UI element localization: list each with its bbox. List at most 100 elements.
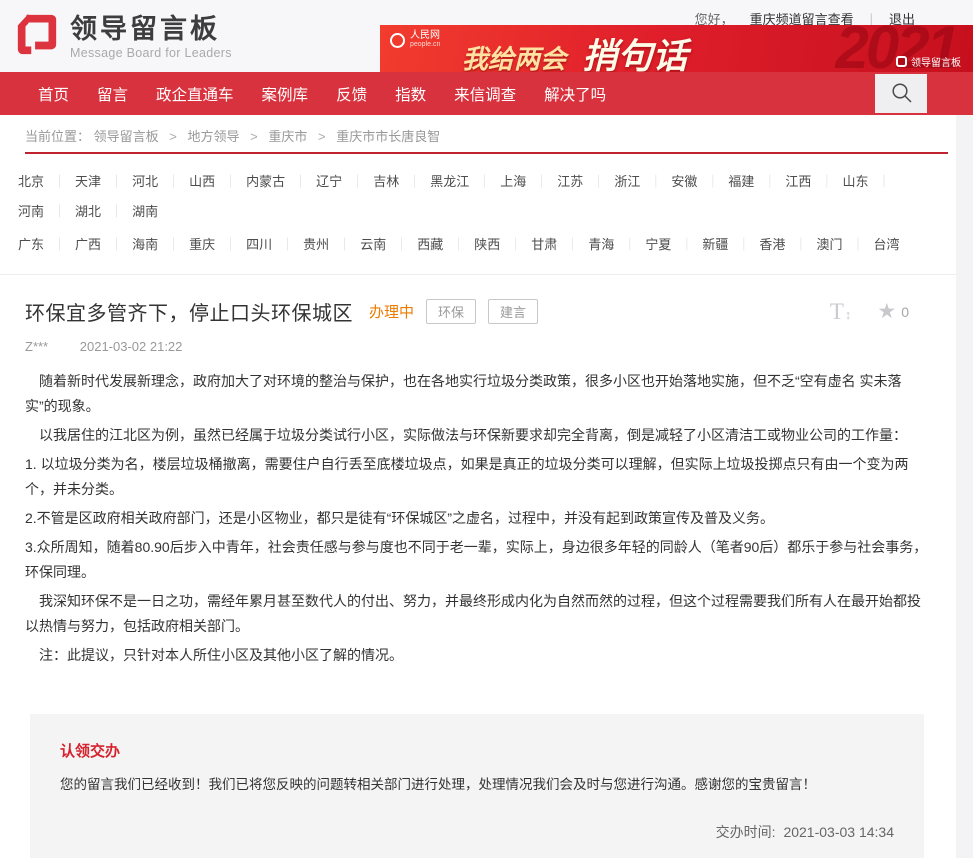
- region-item[interactable]: 西藏: [417, 237, 474, 252]
- tag-environment[interactable]: 环保: [426, 299, 476, 324]
- nav-item-messages[interactable]: 留言: [97, 83, 128, 105]
- region-group-2: 广东广西海南重庆四川贵州云南西藏陕西甘肃青海宁夏新疆香港澳门台湾: [18, 230, 938, 260]
- reply-time-value: 2021-03-03 14:34: [783, 824, 894, 840]
- region-item[interactable]: 山西: [189, 174, 246, 189]
- breadcrumb-separator: >: [169, 129, 177, 144]
- site-logo[interactable]: 领导留言板 Message Board for Leaders: [14, 11, 232, 62]
- region-item[interactable]: 内蒙古: [246, 174, 316, 189]
- region-item[interactable]: 湖北: [75, 204, 132, 219]
- post-author: Z***: [25, 339, 48, 354]
- reply-time: 交办时间: 2021-03-03 14:34: [60, 822, 894, 842]
- region-item[interactable]: 甘肃: [531, 237, 588, 252]
- region-item[interactable]: 海南: [132, 237, 189, 252]
- post-paragraph: 注：此提议，只针对本人所住小区及其他小区了解的情况。: [25, 643, 931, 668]
- region-item[interactable]: 云南: [360, 237, 417, 252]
- banner-brand: 领导留言板: [896, 54, 961, 69]
- post-paragraph: 3.众所周知，随着80.90后步入中青年，社会责任感与参与度也不同于老一辈，实际…: [25, 535, 931, 585]
- nav-item-index[interactable]: 指数: [395, 83, 426, 105]
- message-article: 环保宜多管齐下，停止口头环保城区 办理中 环保 建言 T ↕ ★ 0 Z*** …: [0, 297, 956, 668]
- region-item[interactable]: 香港: [759, 237, 816, 252]
- official-reply-box: 认领交办 您的留言我们已经收到！我们已将您反映的问题转相关部门进行处理，处理情况…: [30, 714, 924, 858]
- breadcrumb-separator: >: [318, 129, 326, 144]
- post-meta: Z*** 2021-03-02 21:22: [25, 339, 931, 354]
- region-item[interactable]: 江西: [785, 174, 842, 189]
- region-item[interactable]: 福建: [728, 174, 785, 189]
- search-button[interactable]: [875, 74, 927, 113]
- banner-slogan-right: 捎句话: [582, 37, 687, 72]
- breadcrumb-item-mayor[interactable]: 重庆市市长唐良智: [336, 129, 440, 144]
- region-selector: 北京天津河北山西内蒙古辽宁吉林黑龙江上海江苏浙江安徽福建江西山东河南湖北湖南 广…: [0, 154, 956, 275]
- account-divider: |: [870, 11, 873, 26]
- message-bubble-logo-icon: [14, 11, 60, 62]
- breadcrumb-item-local-leaders[interactable]: 地方领导: [188, 129, 240, 144]
- region-item[interactable]: 新疆: [702, 237, 759, 252]
- nav-item-feedback[interactable]: 反馈: [336, 83, 367, 105]
- region-item[interactable]: 澳门: [816, 237, 873, 252]
- post-paragraph: 我深知环保不是一日之功，需经年累月甚至数代人的付出、努力，并最终形成内化为自然而…: [25, 589, 931, 639]
- region-item[interactable]: 四川: [246, 237, 303, 252]
- breadcrumb-item-board[interactable]: 领导留言板: [94, 129, 159, 144]
- title-actions: T ↕ ★ 0: [830, 299, 909, 325]
- text-size-icon[interactable]: T ↕: [830, 299, 852, 325]
- region-item[interactable]: 天津: [75, 174, 132, 189]
- banner-slogan: 我给两会 捎句话: [462, 28, 687, 72]
- logo-title: 领导留言板: [70, 14, 232, 44]
- region-item[interactable]: 河南: [18, 204, 75, 219]
- region-group-1: 北京天津河北山西内蒙古辽宁吉林黑龙江上海江苏浙江安徽福建江西山东河南湖北湖南: [18, 167, 938, 227]
- region-item[interactable]: 陕西: [474, 237, 531, 252]
- region-item[interactable]: 安徽: [671, 174, 728, 189]
- logo-subtitle: Message Board for Leaders: [70, 46, 232, 60]
- region-item[interactable]: 辽宁: [316, 174, 373, 189]
- region-item[interactable]: 重庆: [189, 237, 246, 252]
- reply-time-label: 交办时间:: [716, 824, 776, 840]
- title-row: 环保宜多管齐下，停止口头环保城区 办理中 环保 建言 T ↕ ★ 0: [25, 297, 931, 326]
- page-title: 环保宜多管齐下，停止口头环保城区: [25, 297, 353, 326]
- region-item[interactable]: 北京: [18, 174, 75, 189]
- banner-slogan-left: 我给两会: [462, 44, 566, 72]
- region-item[interactable]: 浙江: [614, 174, 671, 189]
- region-item[interactable]: 江苏: [557, 174, 614, 189]
- region-item[interactable]: 宁夏: [645, 237, 702, 252]
- main-nav: 首页 留言 政企直通车 案例库 反馈 指数 来信调查 解决了吗: [0, 72, 973, 115]
- reply-title: 认领交办: [60, 740, 894, 761]
- post-paragraph: 2.不管是区政府相关政府部门，还是小区物业，都只是徒有“环保城区”之虚名，过程中…: [25, 506, 931, 531]
- search-icon: [890, 81, 913, 107]
- campaign-banner[interactable]: 2021 人民网 people.cn 我给两会 捎句话 领导留言板: [380, 25, 973, 72]
- people-cn-icon: [390, 33, 405, 48]
- tag-suggestion[interactable]: 建言: [488, 299, 538, 324]
- region-item[interactable]: 台湾: [873, 237, 899, 252]
- nav-item-resolved[interactable]: 解决了吗: [544, 83, 606, 105]
- region-item[interactable]: 贵州: [303, 237, 360, 252]
- nav-item-letter-survey[interactable]: 来信调查: [454, 83, 516, 105]
- region-item[interactable]: 广东: [18, 237, 75, 252]
- content-column: 当前位置： 领导留言板 > 地方领导 > 重庆市 > 重庆市市长唐良智 北京天津…: [0, 115, 956, 858]
- banner-source: 人民网: [410, 31, 440, 41]
- breadcrumb-item-chongqing[interactable]: 重庆市: [268, 129, 307, 144]
- people-cn-logo: 人民网 people.cn: [390, 31, 440, 49]
- banner-source-sub: people.cn: [410, 41, 440, 49]
- status-badge: 办理中: [369, 301, 414, 322]
- nav-item-case-library[interactable]: 案例库: [262, 83, 309, 105]
- region-item[interactable]: 青海: [588, 237, 645, 252]
- region-item[interactable]: 黑龙江: [430, 174, 500, 189]
- top-header: 领导留言板 Message Board for Leaders 您好， 重庆频道…: [0, 0, 973, 72]
- region-item[interactable]: 广西: [75, 237, 132, 252]
- reply-text: 您的留言我们已经收到！我们已将您反映的问题转相关部门进行处理，处理情况我们会及时…: [60, 774, 894, 796]
- region-item[interactable]: 山东: [842, 174, 899, 189]
- favorite-count: 0: [901, 304, 909, 320]
- post-date: 2021-03-02 21:22: [80, 339, 183, 354]
- nav-item-home[interactable]: 首页: [38, 83, 69, 105]
- post-body: 随着新时代发展新理念，政府加大了对环境的整治与保护，也在各地实行垃圾分类政策，很…: [25, 369, 931, 668]
- breadcrumb-separator: >: [250, 129, 258, 144]
- banner-brand-name: 领导留言板: [911, 54, 961, 69]
- region-item[interactable]: 吉林: [373, 174, 430, 189]
- breadcrumb-label: 当前位置：: [25, 129, 90, 144]
- region-item[interactable]: 上海: [500, 174, 557, 189]
- favorite-star-icon[interactable]: ★: [877, 301, 896, 322]
- post-paragraph: 以我居住的江北区为例，虽然已经属于垃圾分类试行小区，实际做法与环保新要求却完全背…: [25, 423, 931, 448]
- post-paragraph: 1. 以垃圾分类为名，楼层垃圾桶撤离，需要住户自行丢至底楼垃圾点，如果是真正的垃…: [25, 452, 931, 502]
- region-item[interactable]: 湖南: [132, 204, 158, 219]
- region-item[interactable]: 河北: [132, 174, 189, 189]
- post-paragraph: 随着新时代发展新理念，政府加大了对环境的整治与保护，也在各地实行垃圾分类政策，很…: [25, 369, 931, 419]
- nav-item-gov-enterprise-express[interactable]: 政企直通车: [156, 83, 234, 105]
